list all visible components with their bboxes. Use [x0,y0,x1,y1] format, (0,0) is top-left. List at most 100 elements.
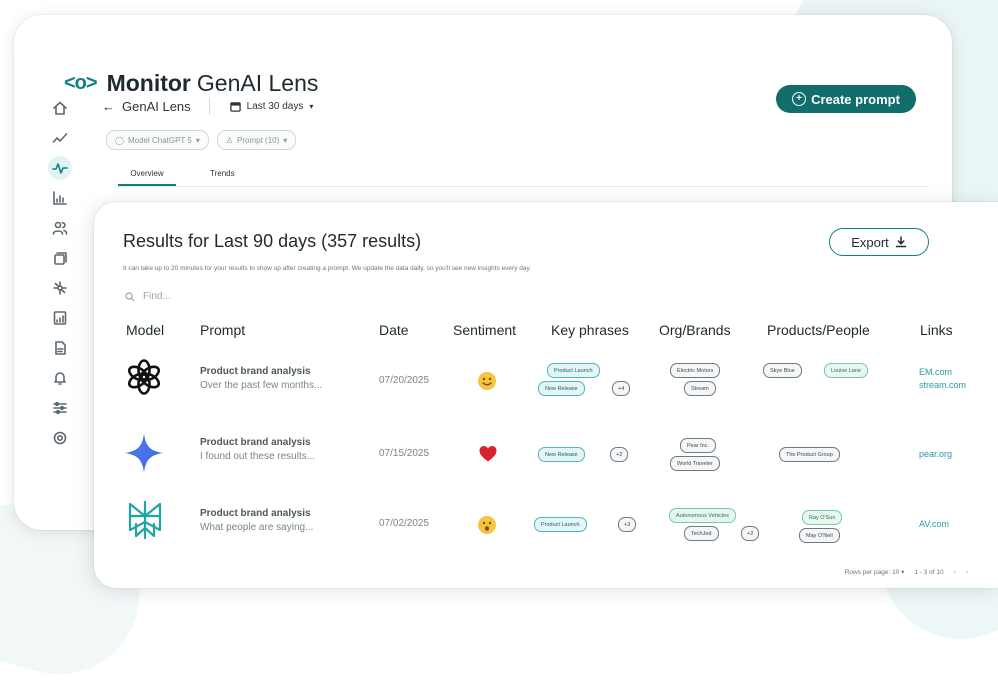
home-icon[interactable] [48,96,72,120]
openai-icon [127,359,161,395]
link[interactable]: pear.org [919,448,952,461]
chevron-down-icon: ▾ [195,135,200,145]
tab-bar: Overview Trends [118,164,928,187]
date-range-select[interactable]: Last 30 days ▾ [229,100,314,112]
prompt-excerpt: I found out these results... [200,451,316,462]
more-pill[interactable]: +2 [741,526,760,541]
column-header-key-phrases: Key phrases [551,322,629,338]
cards-icon[interactable] [48,246,72,270]
prompt-title: Product brand analysis [200,437,311,448]
export-button[interactable]: Export [829,228,929,256]
back-arrow-icon[interactable]: ← [102,99,115,114]
report-icon[interactable] [48,306,72,330]
more-pill[interactable]: +4 [612,381,631,396]
prompt-title: Product brand analysis [200,366,311,377]
link-cell: pear.org [919,448,952,461]
app-title-rest: GenAI Lens [196,70,319,96]
divider [208,97,210,115]
prompt-cell: Product brand analysis I found out these… [200,437,315,462]
column-header-sentiment: Sentiment [453,322,517,338]
date-range-label: Last 30 days [246,100,304,112]
link-cell: AV.com [919,518,949,531]
download-icon [895,236,907,248]
results-subtitle: It can take up to 20 minutes for your re… [123,265,532,272]
more-pill[interactable]: +3 [618,517,637,532]
tab-overview[interactable]: Overview [118,169,176,186]
tab-trends[interactable]: Trends [210,169,235,178]
prompt-cell: Product brand analysis What people are s… [200,508,313,533]
column-header-org-brands: Org/Brands [659,322,731,338]
model-icon: ◯ [115,135,124,145]
rows-per-page-label: Rows per page: 10 [844,569,900,576]
settings-icon[interactable] [48,426,72,450]
key-phrase-pill[interactable]: New Release [538,447,585,462]
key-phrase-pill[interactable]: New Release [538,381,585,396]
search-input[interactable]: Find... [125,291,171,302]
page-range: 1 - 3 of 10 [914,568,944,576]
org-pill[interactable]: Pear Inc. [680,438,717,453]
prompt-excerpt: Over the past few months... [200,380,323,391]
key-phrase-pill[interactable]: Product Launch [547,363,600,378]
results-title: Results for Last 90 days (357 results) [123,231,422,251]
plus-circle-icon: + [792,92,807,106]
heart-emoji [479,446,497,462]
surprised-emoji [478,516,496,534]
pager-arrows: ‹ › [954,569,968,576]
create-prompt-button[interactable]: + Create prompt [776,85,916,113]
smile-emoji [478,372,496,390]
model-filter-label: Model ChatGPT 5 [127,135,192,145]
org-pill[interactable]: Stream [684,381,716,396]
product-pill[interactable]: The Product Group [779,447,840,462]
prompt-filter[interactable]: ♙ Prompt (10) ▾ [216,130,297,150]
network-icon[interactable] [48,276,72,300]
link-cell: EM.com stream.com [919,366,966,392]
results-panel: Results for Last 90 days (357 results) I… [94,202,998,588]
pulse-icon[interactable] [48,156,72,180]
person-pill[interactable]: Skye Blue [763,363,802,378]
link[interactable]: AV.com [919,518,949,531]
calendar-icon [229,101,241,112]
org-pill[interactable]: World Traveler [670,456,720,471]
users-icon[interactable] [48,216,72,240]
search-icon [125,291,135,301]
org-pill[interactable]: Autonomous Vehicles [669,508,736,523]
org-pill[interactable]: Electric Motors [670,363,721,378]
sliders-icon[interactable] [48,396,72,420]
logo-mark: <o> [64,72,98,94]
chevron-right-icon[interactable]: › [966,569,968,576]
file-icon[interactable] [48,336,72,360]
search-placeholder: Find... [143,291,171,302]
date-cell: 07/02/2025 [379,518,430,529]
date-cell: 07/20/2025 [379,375,430,386]
breadcrumb: ← GenAI Lens Last 30 days ▾ [102,97,313,115]
model-filter[interactable]: ◯ Model ChatGPT 5 ▾ [106,130,209,150]
app-title-strong: Monitor [106,70,191,96]
more-pill[interactable]: +2 [610,447,629,462]
app-logo: <o> Monitor GenAI Lens [64,70,318,97]
key-phrase-pill[interactable]: Product Launch [534,517,587,532]
date-cell: 07/15/2025 [379,448,430,459]
link[interactable]: EM.com [919,366,966,379]
trend-icon[interactable] [48,126,72,150]
person-pill[interactable]: May O'Neil [799,528,840,543]
rows-per-page-select[interactable]: Rows per page: 10 ▾ [845,568,905,576]
link[interactable]: stream.com [919,379,966,392]
prompt-title: Product brand analysis [200,508,311,519]
person-pill[interactable]: Louise Lane [824,363,868,378]
chevron-down-icon: ▾ [309,101,314,111]
prompt-filter-label: Prompt (10) [237,135,280,145]
chevron-down-icon: ▾ [901,569,905,576]
chevron-down-icon: ▾ [283,135,288,145]
gemini-icon [125,433,163,473]
person-pill[interactable]: Ray O'Sun [802,510,843,525]
breadcrumb-title[interactable]: GenAI Lens [122,99,191,114]
prompt-icon: ♙ [225,135,234,145]
bell-icon[interactable] [48,366,72,390]
org-pill[interactable]: TechJed [684,526,719,541]
filter-bar: ◯ Model ChatGPT 5 ▾ ♙ Prompt (10) ▾ [106,130,297,150]
bar-chart-icon[interactable] [48,186,72,210]
column-header-date: Date [379,322,409,338]
perplexity-icon [128,500,162,540]
create-prompt-label: Create prompt [811,91,900,107]
chevron-left-icon[interactable]: ‹ [954,569,956,576]
